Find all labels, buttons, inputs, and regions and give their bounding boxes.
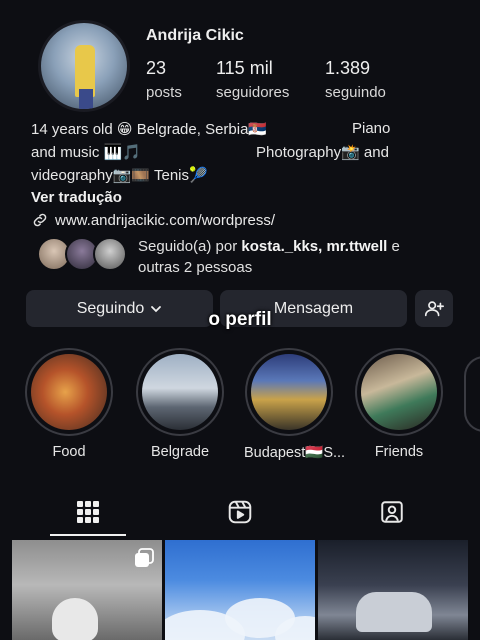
highlight-ring (25, 348, 113, 436)
highlight-cover (251, 354, 327, 430)
highlight-partial[interactable] (464, 356, 480, 432)
tab-tagged[interactable] (312, 488, 472, 536)
profile-tabs (0, 488, 480, 536)
multiple-posts-icon (135, 548, 154, 567)
tab-posts-grid[interactable] (8, 488, 168, 536)
highlight-cover (361, 354, 437, 430)
tab-reels[interactable] (160, 488, 320, 536)
post-car-shape (356, 592, 432, 632)
mutual-followers-avatars[interactable] (37, 237, 129, 273)
following-count: 1.389 (325, 58, 371, 78)
stat-followers[interactable]: 115 mil seguidores (216, 58, 289, 101)
tagged-icon (381, 501, 403, 523)
followed-by-text[interactable]: Seguido(a) por kosta._kks, mr.ttwell e o… (138, 236, 400, 278)
highlight-label: Friends (374, 444, 424, 460)
highlight-food[interactable]: Food (24, 348, 114, 460)
highlight-ring (245, 348, 333, 436)
highlight-label: Budapest🇭🇺S... (244, 445, 346, 461)
video-caption-overlay: o perfil (208, 309, 272, 330)
post-thumbnail[interactable] (12, 540, 162, 640)
highlight-ring (136, 348, 224, 436)
highlight-budapest[interactable]: Budapest🇭🇺S... (244, 348, 346, 461)
translate-link[interactable]: Ver tradução (31, 189, 122, 206)
bio-line-1: 14 years old 😁 Belgrade, Serbia🇷🇸 (31, 121, 268, 138)
posts-count: 23 (146, 58, 167, 78)
bio-line-3: videography📷🎞️ Tenis🎾 (31, 167, 208, 184)
bio-line-2: and music 🎹🎵 (31, 144, 141, 161)
bio-line-2-right: Photography📸 and (256, 144, 389, 161)
highlight-belgrade[interactable]: Belgrade (135, 348, 225, 460)
followed-by-prefix: Seguido(a) por (138, 238, 242, 255)
profile-avatar[interactable] (38, 20, 130, 112)
highlight-cover (31, 354, 107, 430)
posts-label: posts (146, 84, 182, 101)
highlight-label: Belgrade (150, 444, 210, 460)
link-icon (33, 213, 47, 227)
following-label: seguindo (325, 84, 386, 101)
reels-icon (228, 500, 252, 524)
avatar (93, 237, 127, 271)
followed-by-others: outras 2 pessoas (138, 259, 253, 276)
highlight-ring (355, 348, 443, 436)
bio-line-1-right: Piano (352, 120, 391, 137)
stat-posts[interactable]: 23 posts (146, 58, 182, 101)
posts-grid (12, 540, 468, 640)
post-thumbnail[interactable] (165, 540, 315, 640)
website-link[interactable]: www.andrijacikic.com/wordpress/ (31, 211, 275, 229)
followed-by-suffix: e (387, 238, 400, 255)
stat-following[interactable]: 1.389 seguindo (325, 58, 386, 101)
followers-label: seguidores (216, 84, 290, 101)
profile-username: Andrija Cikic (146, 27, 244, 44)
active-tab-indicator (50, 534, 126, 536)
followers-count: 115 mil (216, 58, 273, 78)
website-link-text: www.andrijacikic.com/wordpress/ (55, 211, 276, 229)
avatar-figure-legs (79, 89, 93, 109)
grid-icon (77, 501, 99, 523)
followed-by-names: kosta._kks, mr.ttwell (241, 238, 388, 255)
highlight-cover (142, 354, 218, 430)
post-thumbnail[interactable] (318, 540, 468, 640)
highlight-label: Food (52, 444, 86, 460)
post-wolf-shape (52, 598, 98, 640)
highlight-friends[interactable]: Friends (354, 348, 444, 460)
